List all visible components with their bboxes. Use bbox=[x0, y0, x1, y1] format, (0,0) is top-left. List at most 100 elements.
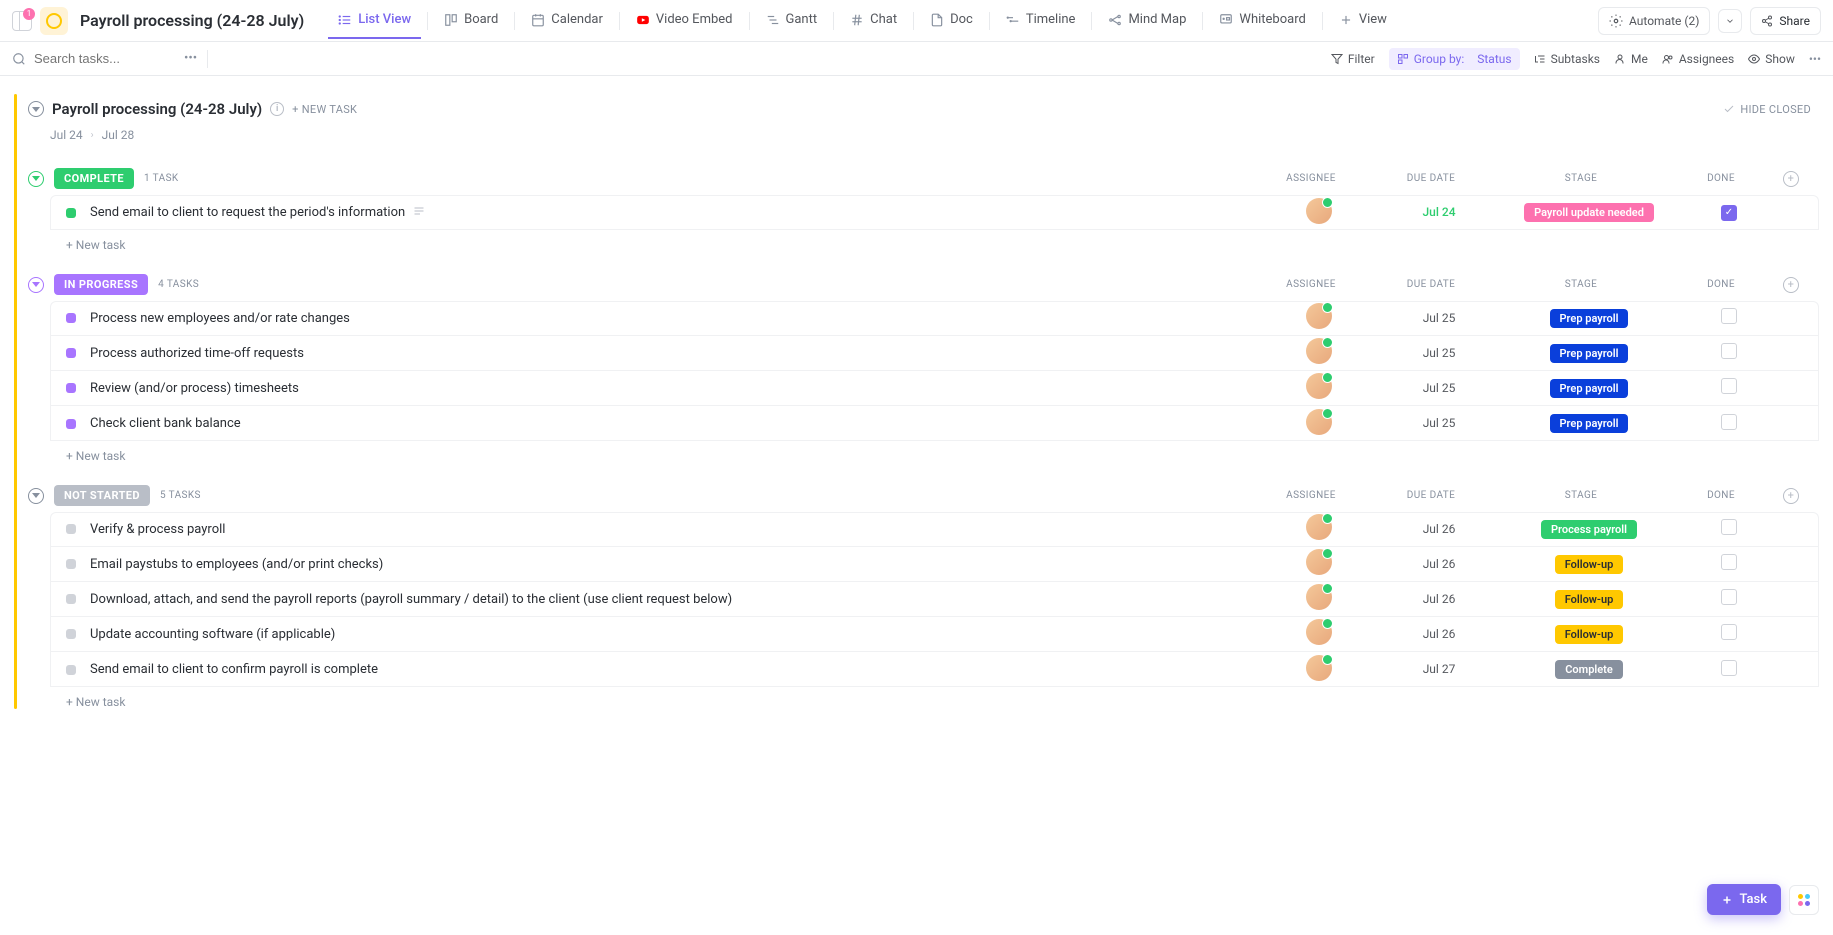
due-date[interactable]: Jul 26 bbox=[1423, 557, 1456, 571]
task-row[interactable]: Send email to client to confirm payroll … bbox=[50, 652, 1819, 687]
assignees-button[interactable]: Assignees bbox=[1662, 52, 1734, 66]
done-checkbox[interactable] bbox=[1721, 554, 1737, 570]
col-header-done[interactable]: DONE bbox=[1671, 490, 1771, 501]
done-checkbox[interactable] bbox=[1721, 519, 1737, 535]
due-date[interactable]: Jul 25 bbox=[1423, 381, 1456, 395]
task-row[interactable]: Process authorized time-off requests Jul… bbox=[50, 336, 1819, 371]
assignee-avatar[interactable] bbox=[1306, 619, 1332, 645]
task-status-square[interactable] bbox=[66, 419, 76, 429]
assignee-avatar[interactable] bbox=[1306, 514, 1332, 540]
add-view-button[interactable]: View bbox=[1329, 2, 1397, 39]
due-date[interactable]: Jul 25 bbox=[1423, 416, 1456, 430]
hide-closed-button[interactable]: HIDE CLOSED bbox=[1723, 103, 1811, 116]
group-collapse-toggle[interactable] bbox=[28, 171, 44, 187]
due-date[interactable]: Jul 24 bbox=[1422, 205, 1455, 219]
col-header-assignee[interactable]: ASSIGNEE bbox=[1251, 279, 1371, 290]
task-name[interactable]: Check client bank balance bbox=[90, 416, 1259, 431]
done-checkbox[interactable] bbox=[1721, 378, 1737, 394]
done-checkbox[interactable]: ✓ bbox=[1721, 205, 1737, 221]
task-name[interactable]: Process new employees and/or rate change… bbox=[90, 311, 1259, 326]
task-name[interactable]: Update accounting software (if applicabl… bbox=[90, 627, 1259, 642]
task-name[interactable]: Review (and/or process) timesheets bbox=[90, 381, 1259, 396]
due-date[interactable]: Jul 25 bbox=[1423, 346, 1456, 360]
subtasks-button[interactable]: Subtasks bbox=[1534, 52, 1600, 66]
info-icon[interactable]: i bbox=[270, 102, 284, 116]
done-checkbox[interactable] bbox=[1721, 660, 1737, 676]
search-more-icon[interactable]: ••• bbox=[184, 51, 197, 66]
col-header-done[interactable]: DONE bbox=[1671, 173, 1771, 184]
col-header-done[interactable]: DONE bbox=[1671, 279, 1771, 290]
view-tab-doc[interactable]: Doc bbox=[920, 2, 983, 39]
done-checkbox[interactable] bbox=[1721, 624, 1737, 640]
done-checkbox[interactable] bbox=[1721, 589, 1737, 605]
stage-tag[interactable]: Payroll update needed bbox=[1524, 203, 1654, 222]
due-date[interactable]: Jul 25 bbox=[1423, 311, 1456, 325]
add-task-row[interactable]: + New task bbox=[20, 230, 1819, 252]
stage-tag[interactable]: Prep payroll bbox=[1550, 379, 1629, 398]
group-collapse-toggle[interactable] bbox=[28, 488, 44, 504]
view-tab-video-embed[interactable]: Video Embed bbox=[626, 2, 743, 39]
view-tab-mind-map[interactable]: Mind Map bbox=[1098, 2, 1196, 39]
share-button[interactable]: Share bbox=[1750, 7, 1821, 35]
task-name[interactable]: Verify & process payroll bbox=[90, 522, 1259, 537]
task-status-square[interactable] bbox=[66, 348, 76, 358]
task-row[interactable]: Verify & process payroll Jul 26 Process … bbox=[50, 512, 1819, 547]
automate-dropdown[interactable] bbox=[1718, 9, 1742, 33]
col-header-stage[interactable]: STAGE bbox=[1491, 279, 1671, 290]
stage-tag[interactable]: Process payroll bbox=[1541, 520, 1637, 539]
view-tab-whiteboard[interactable]: Whiteboard bbox=[1209, 2, 1315, 39]
add-task-row[interactable]: + New task bbox=[20, 687, 1819, 709]
apps-button[interactable] bbox=[1789, 885, 1819, 915]
col-header-duedate[interactable]: DUE DATE bbox=[1371, 490, 1491, 501]
view-tab-chat[interactable]: Chat bbox=[840, 2, 907, 39]
view-tab-list-view[interactable]: List View bbox=[328, 2, 421, 39]
view-tab-calendar[interactable]: Calendar bbox=[521, 2, 613, 39]
new-task-link[interactable]: + NEW TASK bbox=[292, 103, 357, 116]
task-status-square[interactable] bbox=[66, 559, 76, 569]
task-row[interactable]: Download, attach, and send the payroll r… bbox=[50, 582, 1819, 617]
status-pill[interactable]: COMPLETE bbox=[54, 168, 134, 189]
due-date[interactable]: Jul 26 bbox=[1423, 592, 1456, 606]
task-name[interactable]: Download, attach, and send the payroll r… bbox=[90, 592, 1259, 607]
assignee-avatar[interactable] bbox=[1306, 303, 1332, 329]
assignee-avatar[interactable] bbox=[1306, 584, 1332, 610]
task-status-square[interactable] bbox=[66, 383, 76, 393]
due-date[interactable]: Jul 27 bbox=[1423, 662, 1456, 676]
col-header-duedate[interactable]: DUE DATE bbox=[1371, 173, 1491, 184]
add-task-row[interactable]: + New task bbox=[20, 441, 1819, 463]
done-checkbox[interactable] bbox=[1721, 308, 1737, 324]
group-by-button[interactable]: Group by: Status bbox=[1389, 48, 1520, 70]
done-checkbox[interactable] bbox=[1721, 343, 1737, 359]
task-row[interactable]: Send email to client to request the peri… bbox=[50, 195, 1819, 230]
stage-tag[interactable]: Follow-up bbox=[1555, 590, 1624, 609]
list-collapse-toggle[interactable] bbox=[28, 101, 44, 117]
task-name[interactable]: Process authorized time-off requests bbox=[90, 346, 1259, 361]
me-button[interactable]: Me bbox=[1614, 52, 1648, 66]
stage-tag[interactable]: Follow-up bbox=[1555, 625, 1624, 644]
task-status-square[interactable] bbox=[66, 629, 76, 639]
stage-tag[interactable]: Complete bbox=[1555, 660, 1623, 679]
task-status-square[interactable] bbox=[66, 524, 76, 534]
col-header-stage[interactable]: STAGE bbox=[1491, 173, 1671, 184]
col-header-assignee[interactable]: ASSIGNEE bbox=[1251, 173, 1371, 184]
add-column-button[interactable]: + bbox=[1771, 277, 1811, 293]
automate-button[interactable]: Automate (2) bbox=[1598, 7, 1710, 35]
status-pill[interactable]: NOT STARTED bbox=[54, 485, 150, 506]
add-column-button[interactable]: + bbox=[1771, 488, 1811, 504]
task-row[interactable]: Email paystubs to employees (and/or prin… bbox=[50, 547, 1819, 582]
toolbar-more-icon[interactable]: ••• bbox=[1809, 52, 1821, 66]
task-status-square[interactable] bbox=[66, 665, 76, 675]
col-header-duedate[interactable]: DUE DATE bbox=[1371, 279, 1491, 290]
assignee-avatar[interactable] bbox=[1306, 198, 1332, 224]
view-tab-board[interactable]: Board bbox=[434, 2, 508, 39]
task-name[interactable]: Send email to client to request the peri… bbox=[90, 205, 1259, 221]
list-color-icon[interactable] bbox=[40, 7, 68, 35]
task-name[interactable]: Send email to client to confirm payroll … bbox=[90, 662, 1259, 677]
filter-button[interactable]: Filter bbox=[1331, 52, 1375, 66]
task-status-square[interactable] bbox=[66, 594, 76, 604]
task-name[interactable]: Email paystubs to employees (and/or prin… bbox=[90, 557, 1259, 572]
done-checkbox[interactable] bbox=[1721, 414, 1737, 430]
task-row[interactable]: Process new employees and/or rate change… bbox=[50, 301, 1819, 336]
task-row[interactable]: Update accounting software (if applicabl… bbox=[50, 617, 1819, 652]
col-header-assignee[interactable]: ASSIGNEE bbox=[1251, 490, 1371, 501]
